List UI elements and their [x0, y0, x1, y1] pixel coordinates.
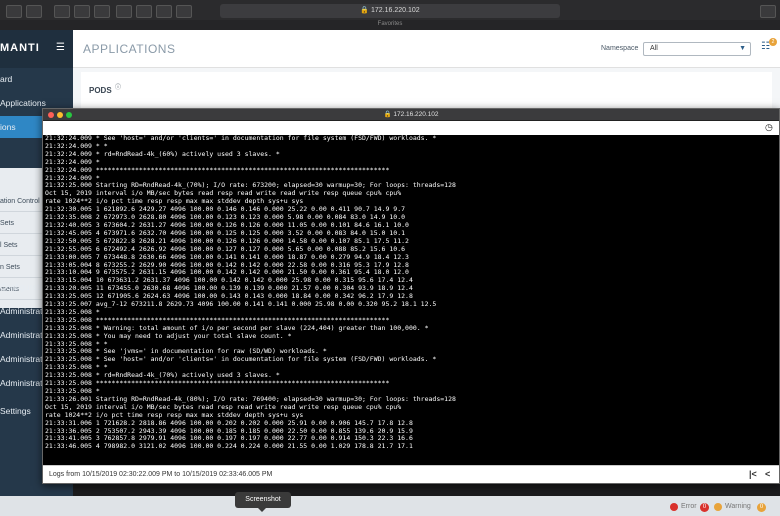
lock-icon: 🔒 [360, 7, 370, 14]
log-output: 21:32:24.009 * See 'host=' and/or 'clien… [45, 135, 779, 465]
back-icon[interactable] [54, 5, 70, 18]
address-bar[interactable]: 🔒 172.16.220.102 [220, 4, 560, 18]
log-line: Oct 15, 2019 interval i/o MB/sec bytes r… [45, 190, 402, 198]
log-line: 21:33:25.008 ***************************… [45, 316, 390, 324]
info-icon[interactable]: ⓘ [115, 82, 121, 91]
logo: MANTI [0, 42, 40, 54]
log-line: 21:33:25.008 * [45, 308, 100, 316]
warning-count: 0 [757, 503, 766, 512]
log-window-url-text: 172.16.220.102 [393, 111, 439, 118]
warning-icon [714, 503, 722, 511]
log-line: 21:32:50.005 5 672822.8 2628.21 4096 100… [45, 237, 409, 245]
app-header: APPLICATIONS Namespace All ▼ ☷ 2 [73, 30, 780, 68]
forward-icon[interactable] [74, 5, 90, 18]
extension-icon[interactable] [156, 5, 172, 18]
browser-chrome: 🔒 172.16.220.102 Favorites [0, 0, 780, 30]
log-line: 21:32:24.009 * [45, 158, 100, 166]
log-footer: Logs from 10/15/2019 02:30:22.009 PM to … [43, 465, 779, 483]
new-tab-icon[interactable] [760, 5, 776, 18]
extension-icon[interactable] [176, 5, 192, 18]
namespace-select[interactable]: All ▼ [643, 42, 751, 56]
log-line: 21:33:20.005 11 673455.0 2630.68 4096 10… [45, 285, 413, 293]
log-line: 21:33:31.006 1 721628.2 2818.86 4096 100… [45, 419, 413, 427]
log-window-url: 🔒 172.16.220.102 [43, 110, 779, 118]
status-bar [0, 496, 780, 516]
log-line: 21:33:46.005 4 798982.0 3121.02 4096 100… [45, 443, 413, 451]
log-line: 21:33:41.005 3 762857.8 2979.91 4096 100… [45, 435, 413, 443]
reader-icon[interactable] [94, 5, 110, 18]
namespace-value: All [650, 45, 658, 52]
log-line: 21:33:00.005 7 673448.8 2630.66 4096 100… [45, 253, 409, 261]
history-icon[interactable]: ◷ [765, 122, 773, 133]
log-line: 21:32:55.005 6 672492.4 2626.92 4096 100… [45, 245, 406, 253]
first-page-icon[interactable]: |< [749, 469, 757, 479]
log-line: 21:33:25.008 * You may need to adjust yo… [45, 332, 292, 340]
warning-label[interactable]: Warning [725, 503, 751, 510]
tooltip-arrow [258, 508, 266, 512]
log-line: 21:33:36.005 2 753507.2 2943.39 4096 100… [45, 427, 413, 435]
chevron-down-icon: ▼ [739, 45, 746, 52]
address-url: 172.16.220.102 [371, 7, 420, 14]
log-line: 21:33:05.004 8 673255.2 2629.90 4096 100… [45, 261, 409, 269]
log-line: 21:33:15.004 10 673631.2 2631.37 4096 10… [45, 277, 413, 285]
log-line: 21:32:45.005 4 673971.6 2632.70 4096 100… [45, 229, 406, 237]
lock-icon: 🔒 [383, 111, 392, 118]
log-line: 21:33:25.008 * [45, 388, 100, 395]
log-line: rate 1024**2 i/o pct time resp resp max … [45, 198, 304, 206]
pods-title: PODS [89, 86, 112, 95]
log-line: rate 1024**2 i/o pct time resp resp max … [45, 411, 304, 419]
log-line: 21:33:25.007 avg_7-12 673211.8 2629.73 4… [45, 301, 437, 309]
log-line: 21:33:25.008 ***************************… [45, 380, 390, 388]
log-window-titlebar: 🔒 172.16.220.102 [43, 109, 779, 121]
log-line: 21:33:25.008 * See 'jvms=' in documentat… [45, 348, 327, 356]
sidebar-item-dashboard[interactable]: ard [0, 68, 73, 90]
previous-page-icon[interactable]: < [765, 469, 770, 479]
log-line: 21:32:24.009 * rd=RndRead-4k_(60%) activ… [45, 150, 280, 158]
log-line: 21:32:35.008 2 672973.0 2628.80 4096 100… [45, 214, 406, 222]
log-line: 21:32:24.009 * See 'host=' and/or 'clien… [45, 135, 437, 142]
share-icon[interactable] [116, 5, 132, 18]
log-line: 21:33:25.008 * * [45, 364, 108, 372]
page-title: APPLICATIONS [83, 42, 176, 56]
log-line: 21:32:24.009 ***************************… [45, 166, 390, 174]
namespace-label: Namespace [601, 45, 639, 52]
collapse-menu-icon[interactable]: ☰ [56, 42, 70, 54]
sidebar-toggle-icon[interactable] [6, 5, 22, 18]
log-toolbar: ◷ [43, 121, 779, 135]
log-line: 21:32:24.009 * * [45, 142, 108, 150]
favorites-label: Favorites [377, 21, 403, 27]
log-line: 21:33:25.008 * rd=RndRead-4k_(70%) activ… [45, 372, 280, 380]
log-line: 21:32:30.005 1 621892.6 2429.27 4096 100… [45, 206, 406, 214]
tab-overview-icon[interactable] [26, 5, 42, 18]
favorites-bar: Favorites [0, 20, 780, 30]
log-line: 21:33:25.008 * Warning: total amount of … [45, 324, 429, 332]
log-line: 21:33:25.005 12 671905.6 2624.63 4096 10… [45, 293, 413, 301]
error-icon [670, 503, 678, 511]
error-count: 0 [700, 503, 709, 512]
log-range-text: Logs from 10/15/2019 02:30:22.009 PM to … [49, 471, 273, 478]
log-line: 21:33:26.001 Starting RD=RndRead-4k_(80%… [45, 395, 456, 403]
log-line: 21:33:25.008 * See 'host=' and/or 'clien… [45, 356, 437, 364]
log-line: 21:33:10.004 9 673575.2 2631.15 4096 100… [45, 269, 409, 277]
extension-icon[interactable] [136, 5, 152, 18]
screenshot-tooltip: Screenshot [235, 492, 291, 508]
log-window: 🔒 172.16.220.102 ◷ 21:32:24.009 * See 'h… [42, 108, 780, 484]
log-line: 21:32:24.009 * [45, 174, 100, 182]
notification-badge: 2 [769, 38, 777, 46]
log-line: 21:32:40.005 3 673604.2 2631.27 4096 100… [45, 221, 409, 229]
log-line: Oct 15, 2019 interval i/o MB/sec bytes r… [45, 403, 402, 411]
error-label[interactable]: Error [681, 503, 697, 510]
log-line: 21:33:25.008 * * [45, 340, 108, 348]
log-line: 21:32:25.000 Starting RD=RndRead-4k_(70%… [45, 182, 456, 190]
logo-row: MANTI ☰ [0, 30, 73, 68]
